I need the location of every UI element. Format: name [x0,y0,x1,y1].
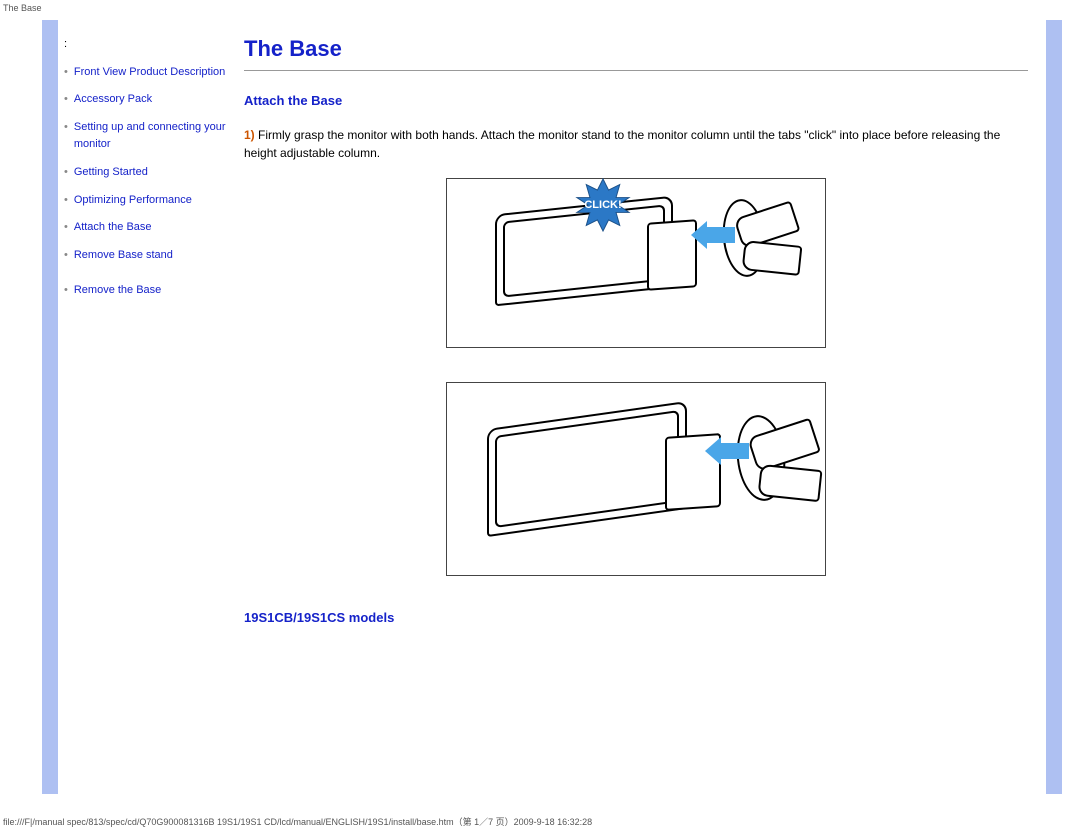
arrow-left-icon [719,443,749,459]
page-frame: : • Front View Product Description • Acces… [42,20,1062,794]
sidebar-item[interactable]: • Front View Product Description [64,64,234,82]
monitor-icon [487,401,687,537]
bullet-icon: • [64,119,68,154]
step-number: 1) [244,128,255,142]
sidebar-link[interactable]: Front View Product Description [74,64,225,82]
sidebar-item[interactable]: • Accessory Pack [64,91,234,109]
bullet-icon: • [64,219,68,237]
bullet-icon: • [64,247,68,265]
sidebar-link[interactable]: Accessory Pack [74,91,152,109]
sidebar-link[interactable]: Remove Base stand [74,247,173,265]
bullet-icon: • [64,282,68,300]
click-burst-icon: CLICK! [575,177,631,233]
sidebar: : • Front View Product Description • Acces… [58,20,244,794]
sidebar-item[interactable]: • Remove the Base [64,282,234,300]
sidebar-link[interactable]: Optimizing Performance [74,192,192,210]
bullet-icon: • [64,192,68,210]
sidebar-item[interactable]: • Attach the Base [64,219,234,237]
step-text: 1) Firmly grasp the monitor with both ha… [244,126,1028,162]
click-label: CLICK! [575,177,631,233]
step-body: Firmly grasp the monitor with both hands… [244,128,1000,160]
sidebar-link[interactable]: Remove the Base [74,282,161,300]
footer-path: file:///F|/manual spec/813/spec/cd/Q70G9… [3,815,592,828]
bullet-icon: • [64,91,68,109]
bullet-icon: • [64,64,68,82]
sidebar-item[interactable]: • Getting Started [64,164,234,182]
section-title-attach: Attach the Base [244,93,1028,108]
sidebar-heading-colon: : [64,36,234,54]
divider [244,70,1028,71]
hand-icon [742,240,803,276]
main-content: The Base Attach the Base 1) Firmly grasp… [244,20,1046,794]
sidebar-item[interactable]: • Remove Base stand [64,247,234,265]
stand-icon [647,219,697,290]
hand-icon [757,464,822,502]
sidebar-item[interactable]: • Optimizing Performance [64,192,234,210]
sidebar-item[interactable]: •Setting up and connecting your monitor [64,119,234,154]
sidebar-link[interactable]: Attach the Base [74,219,152,237]
figure-attach-click: CLICK! [446,178,826,348]
section-title-models: 19S1CB/19S1CS models [244,610,1028,625]
arrow-left-icon [705,227,735,243]
sidebar-link[interactable]: Getting Started [74,164,148,182]
sidebar-link[interactable]: Setting up and connecting your monitor [74,119,234,154]
page-title: The Base [244,36,1028,62]
figure-attach-slide [446,382,826,576]
header-label: The Base [3,3,42,13]
sidebar-list: • Front View Product Description • Accesso… [64,64,234,300]
bullet-icon: • [64,164,68,182]
